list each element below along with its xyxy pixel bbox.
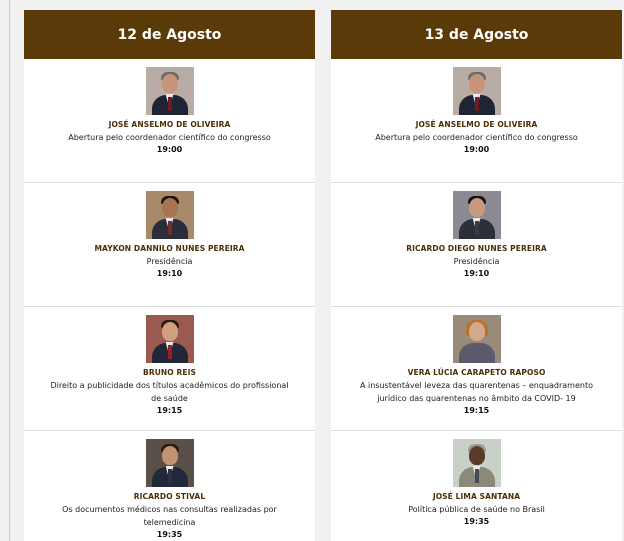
session-time: 19:10	[156, 269, 183, 278]
speaker-photo	[145, 191, 194, 239]
speaker-name: RICARDO STIVAL	[133, 492, 206, 501]
speaker-name: JOSÉ ANSELMO DE OLIVEIRA	[415, 120, 538, 129]
speaker-name: JOSÉ ANSELMO DE OLIVEIRA	[108, 120, 231, 129]
session-title: Presidência	[453, 257, 500, 266]
session-title: Política pública de saúde no Brasil	[408, 505, 545, 514]
session-card[interactable]: MAYKON DANNILO NUNES PEREIRA Presidência…	[24, 183, 315, 307]
speaker-photo	[452, 67, 501, 115]
speaker-photo	[452, 191, 501, 239]
session-title: Direito a publicidade dos títulos acadêm…	[50, 381, 289, 403]
session-card[interactable]: RICARDO STIVAL Os documentos médicos nas…	[24, 431, 315, 541]
session-card[interactable]: JOSÉ LIMA SANTANA Política pública de sa…	[331, 431, 622, 541]
schedule-column-day-1: 12 de Agosto JOSÉ ANSELMO DE OLIVEIRA Ab…	[24, 10, 315, 541]
session-card[interactable]: RICARDO DIEGO NUNES PEREIRA Presidência …	[331, 183, 622, 307]
speaker-name: JOSÉ LIMA SANTANA	[432, 492, 521, 501]
session-time: 19:00	[463, 145, 490, 154]
session-title: Os documentos médicos nas consultas real…	[62, 505, 277, 527]
day-header: 13 de Agosto	[331, 10, 622, 59]
session-title: Abertura pelo coordenador científico do …	[375, 133, 578, 142]
speaker-name: MAYKON DANNILO NUNES PEREIRA	[94, 244, 245, 253]
speaker-photo	[452, 315, 501, 363]
speaker-name: BRUNO REIS	[143, 368, 196, 377]
page-left-border	[9, 0, 10, 541]
session-title: Abertura pelo coordenador científico do …	[68, 133, 271, 142]
speaker-photo	[145, 67, 194, 115]
speaker-name: VERA LÚCIA CARAPETO RAPOSO	[407, 368, 546, 377]
day-header: 12 de Agosto	[24, 10, 315, 59]
session-time: 19:35	[156, 530, 183, 539]
session-card[interactable]: BRUNO REIS Direito a publicidade dos tít…	[24, 307, 315, 431]
session-time: 19:15	[463, 406, 490, 415]
schedule-column-day-2: 13 de Agosto JOSÉ ANSELMO DE OLIVEIRA Ab…	[331, 10, 622, 541]
session-card[interactable]: VERA LÚCIA CARAPETO RAPOSO A insustentáv…	[331, 307, 622, 431]
session-time: 19:15	[156, 406, 183, 415]
speaker-photo	[452, 439, 501, 487]
session-time: 19:00	[156, 145, 183, 154]
speaker-name: RICARDO DIEGO NUNES PEREIRA	[406, 244, 547, 253]
session-title: Presidência	[146, 257, 193, 266]
session-time: 19:10	[463, 269, 490, 278]
session-time: 19:35	[463, 517, 490, 526]
session-card[interactable]: JOSÉ ANSELMO DE OLIVEIRA Abertura pelo c…	[24, 59, 315, 183]
speaker-photo	[145, 315, 194, 363]
speaker-photo	[145, 439, 194, 487]
session-title: A insustentável leveza das quarentenas –…	[359, 381, 593, 403]
session-card[interactable]: JOSÉ ANSELMO DE OLIVEIRA Abertura pelo c…	[331, 59, 622, 183]
